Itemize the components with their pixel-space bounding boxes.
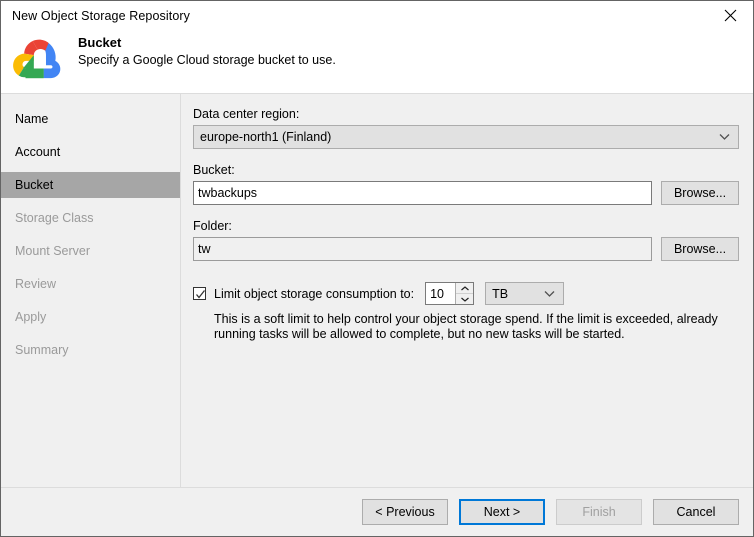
bucket-input[interactable]: [193, 181, 652, 205]
folder-browse-button[interactable]: Browse...: [661, 237, 739, 261]
close-button[interactable]: [708, 1, 753, 30]
dialog-footer: < Previous Next > Finish Cancel: [1, 487, 753, 536]
limit-value-stepper[interactable]: [425, 282, 474, 305]
checkmark-icon: [195, 289, 206, 300]
stepper-buttons: [455, 283, 473, 304]
dialog-header: Bucket Specify a Google Cloud storage bu…: [1, 30, 753, 93]
page-subtitle: Specify a Google Cloud storage bucket to…: [78, 52, 336, 69]
sidebar-item-bucket[interactable]: Bucket: [1, 172, 180, 198]
limit-unit-value: TB: [492, 287, 508, 301]
header-text-block: Bucket Specify a Google Cloud storage bu…: [78, 35, 336, 69]
previous-button[interactable]: < Previous: [362, 499, 448, 525]
stepper-decrement-button[interactable]: [456, 294, 473, 304]
sidebar-item-storage-class[interactable]: Storage Class: [1, 205, 180, 231]
wizard-steps-sidebar: Name Account Bucket Storage Class Mount …: [1, 94, 181, 487]
chevron-up-icon: [461, 286, 469, 291]
bucket-label: Bucket:: [193, 162, 739, 178]
bucket-row: Browse...: [193, 181, 739, 205]
chevron-down-icon: [544, 290, 555, 297]
folder-label: Folder:: [193, 218, 739, 234]
chevron-down-icon: [461, 297, 469, 302]
region-select-value: europe-north1 (Finland): [200, 130, 331, 144]
limit-unit-select[interactable]: TB: [485, 282, 564, 305]
sidebar-item-name[interactable]: Name: [1, 106, 180, 132]
new-object-storage-repository-dialog: New Object Storage Repository Bucket Spe…: [0, 0, 754, 537]
sidebar-item-summary[interactable]: Summary: [1, 337, 180, 363]
dialog-body: Name Account Bucket Storage Class Mount …: [1, 93, 753, 487]
page-title: Bucket: [78, 35, 336, 51]
bucket-form: Data center region: europe-north1 (Finla…: [181, 94, 753, 487]
google-cloud-logo: [11, 31, 69, 89]
sidebar-item-apply[interactable]: Apply: [1, 304, 180, 330]
limit-description: This is a soft limit to help control you…: [214, 312, 736, 342]
folder-input[interactable]: [193, 237, 652, 261]
bucket-browse-button[interactable]: Browse...: [661, 181, 739, 205]
stepper-increment-button[interactable]: [456, 283, 473, 294]
close-icon: [724, 9, 737, 22]
cancel-button[interactable]: Cancel: [653, 499, 739, 525]
sidebar-item-account[interactable]: Account: [1, 139, 180, 165]
sidebar-item-review[interactable]: Review: [1, 271, 180, 297]
next-button[interactable]: Next >: [459, 499, 545, 525]
limit-consumption-checkbox[interactable]: [193, 287, 206, 300]
region-label: Data center region:: [193, 106, 739, 122]
window-title: New Object Storage Repository: [1, 9, 190, 23]
title-bar: New Object Storage Repository: [1, 1, 753, 30]
limit-consumption-label: Limit object storage consumption to:: [214, 287, 414, 301]
sidebar-item-mount-server[interactable]: Mount Server: [1, 238, 180, 264]
finish-button: Finish: [556, 499, 642, 525]
region-select[interactable]: europe-north1 (Finland): [193, 125, 739, 149]
folder-row: Browse...: [193, 237, 739, 261]
chevron-down-icon: [719, 134, 730, 141]
limit-consumption-row: Limit object storage consumption to:: [193, 282, 739, 305]
